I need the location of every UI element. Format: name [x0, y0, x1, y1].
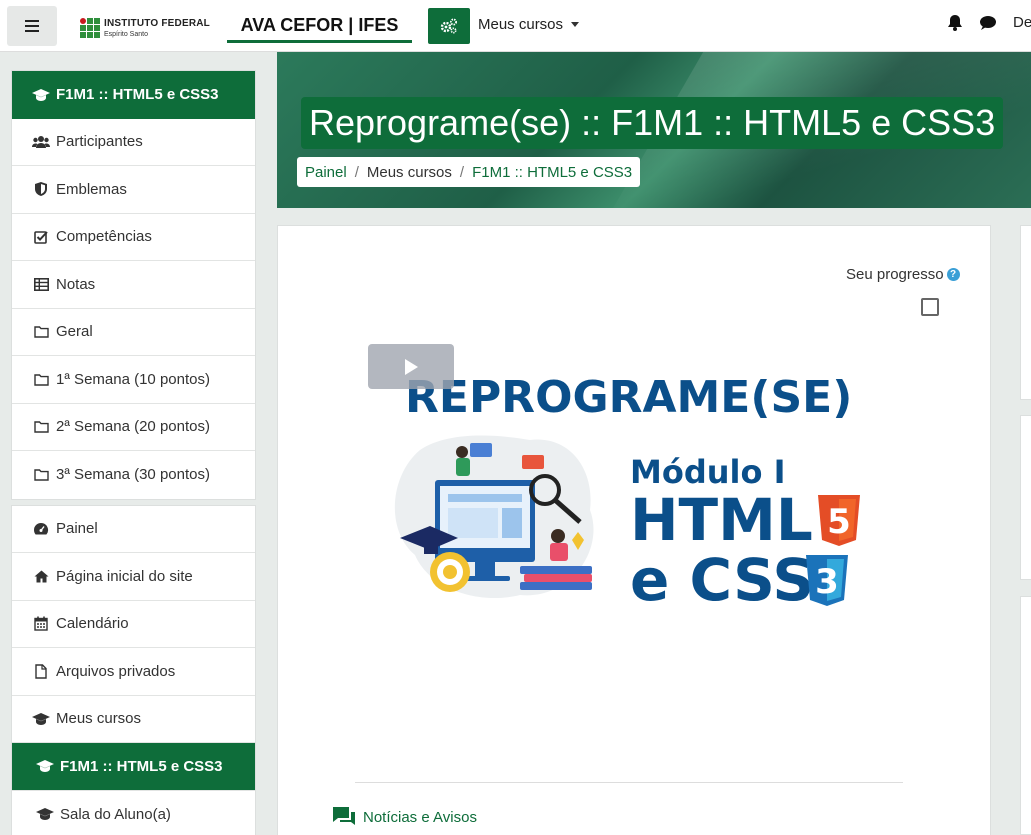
sidebar-item-site-home[interactable]: Página inicial do site [12, 553, 255, 601]
dashboard-icon [32, 521, 50, 537]
sidebar-item-label: Calendário [56, 615, 129, 633]
graduation-cap-icon [32, 711, 50, 727]
sidebar-item-label: 2ª Semana (20 pontos) [56, 418, 210, 436]
breadcrumb-separator: / [354, 163, 359, 181]
sidebar-item-week-1[interactable]: 1ª Semana (10 pontos) [12, 356, 255, 404]
check-square-icon [32, 229, 50, 245]
sidebar-nav: F1M1 :: HTML5 e CSS3 Participantes Emble… [11, 70, 256, 835]
html5-badge-number: 5 [827, 502, 851, 542]
news-link-label: Notícias e Avisos [363, 808, 477, 826]
folder-icon [32, 419, 50, 435]
calendar-icon [32, 616, 50, 632]
page-title: Reprograme(se) :: F1M1 :: HTML5 e CSS3 [301, 97, 1004, 149]
sidebar-item-course[interactable]: F1M1 :: HTML5 e CSS3 [12, 71, 255, 119]
my-courses-dropdown[interactable]: Meus cursos [478, 16, 580, 33]
shield-icon [32, 181, 50, 197]
sidebar-item-label: 3ª Semana (30 pontos) [56, 466, 210, 484]
play-icon [405, 358, 418, 375]
sidebar-item-label: Competências [56, 228, 152, 246]
sidebar-item-calendar[interactable]: Calendário [12, 601, 255, 648]
news-forum-link[interactable]: Notícias e Avisos [331, 805, 477, 829]
sidebar-item-label: Geral [56, 323, 93, 341]
course-banner-image: REPROGRAME(SE) Módulo I HTML 5 e CSS 3 [394, 372, 860, 614]
image-css-text: e CSS [630, 546, 814, 614]
sidebar-item-my-courses[interactable]: Meus cursos [12, 696, 255, 743]
sidebar-item-participants[interactable]: Participantes [12, 119, 255, 166]
folder-icon [32, 371, 50, 387]
logo-mark [80, 18, 100, 38]
graduation-cap-icon [36, 806, 54, 822]
users-icon [32, 134, 50, 150]
home-icon [32, 568, 50, 584]
sidebar-item-label: Meus cursos [56, 710, 142, 728]
help-icon[interactable]: ? [946, 268, 960, 281]
sidebar-item-student-room[interactable]: Sala do Aluno(a) [12, 791, 255, 835]
sidebar-item-dashboard[interactable]: Painel [12, 506, 255, 553]
logo-sub-text: Espírito Santo [104, 30, 148, 38]
breadcrumb-course[interactable]: F1M1 :: HTML5 e CSS3 [472, 164, 632, 181]
completion-checkbox[interactable] [921, 298, 939, 316]
sidebar-item-label: Painel [56, 520, 98, 538]
right-block-1 [1020, 225, 1031, 400]
file-icon [32, 663, 50, 679]
breadcrumb-dashboard[interactable]: Painel [305, 164, 347, 181]
sidebar-item-label: Sala do Aluno(a) [60, 805, 171, 823]
sidebar-item-week-3[interactable]: 3ª Semana (30 pontos) [12, 451, 255, 499]
html5-badge-icon: 5 [818, 495, 860, 546]
settings-button[interactable] [428, 8, 470, 44]
sidebar-item-grades[interactable]: Notas [12, 261, 255, 309]
sidebar-item-label: Participantes [56, 133, 143, 151]
cogs-icon [440, 18, 457, 34]
sidebar-item-general[interactable]: Geral [12, 309, 255, 356]
institute-logo[interactable]: INSTITUTO FEDERAL Espírito Santo [80, 12, 210, 44]
right-block-2 [1020, 415, 1031, 580]
sidebar-item-label: Emblemas [56, 180, 127, 198]
section-divider [355, 782, 903, 783]
sidebar-item-label: F1M1 :: HTML5 e CSS3 [60, 757, 223, 775]
css3-badge-icon: 3 [806, 555, 848, 606]
top-navbar: INSTITUTO FEDERAL Espírito Santo AVA CEF… [0, 0, 1031, 52]
breadcrumb-separator: / [459, 163, 465, 181]
my-courses-label: Meus cursos [478, 16, 564, 33]
image-headline: REPROGRAME(SE) [405, 372, 852, 423]
chevron-down-icon [571, 22, 580, 27]
folder-icon [32, 324, 50, 340]
sidebar-item-week-2[interactable]: 2ª Semana (20 pontos) [12, 404, 255, 451]
logo-main-text: INSTITUTO FEDERAL [104, 17, 210, 29]
video-play-button[interactable] [368, 344, 454, 389]
sidebar-item-competencies[interactable]: Competências [12, 214, 255, 261]
breadcrumb: Painel / Meus cursos / F1M1 :: HTML5 e C… [297, 157, 641, 187]
sidebar-item-label: Notas [56, 275, 96, 293]
sidebar-item-badges[interactable]: Emblemas [12, 166, 255, 214]
developers-illustration [394, 435, 594, 599]
folder-icon [32, 467, 50, 483]
sidebar-item-label: 1ª Semana (10 pontos) [56, 370, 210, 388]
chat-bubble-icon[interactable] [979, 15, 997, 31]
graduation-cap-icon [36, 758, 54, 774]
graduation-cap-icon [32, 87, 50, 103]
sidebar-item-current-course[interactable]: F1M1 :: HTML5 e CSS3 [12, 743, 255, 791]
table-icon [32, 276, 50, 292]
right-block-3 [1020, 596, 1031, 835]
image-html-text: HTML [630, 486, 813, 554]
sidebar-item-label: Página inicial do site [56, 567, 193, 585]
sidebar-item-label: F1M1 :: HTML5 e CSS3 [56, 86, 219, 104]
bell-icon[interactable] [947, 14, 963, 31]
progress-label: Seu progresso [846, 266, 944, 283]
hamburger-icon [25, 20, 39, 32]
site-nav-group: Painel Página inicial do site Calendário… [11, 504, 256, 835]
menu-toggle-button[interactable] [7, 6, 57, 46]
sidebar-item-private-files[interactable]: Arquivos privados [12, 648, 255, 696]
progress-heading: Seu progresso ? [846, 266, 960, 283]
forum-icon [333, 807, 355, 825]
css3-badge-number: 3 [815, 562, 839, 602]
user-menu[interactable]: De [1013, 14, 1031, 31]
breadcrumb-my-courses[interactable]: Meus cursos [367, 164, 452, 181]
site-title-link[interactable]: AVA CEFOR | IFES [227, 12, 412, 43]
course-nav-group: F1M1 :: HTML5 e CSS3 Participantes Emble… [11, 70, 256, 500]
sidebar-item-label: Arquivos privados [56, 662, 176, 680]
